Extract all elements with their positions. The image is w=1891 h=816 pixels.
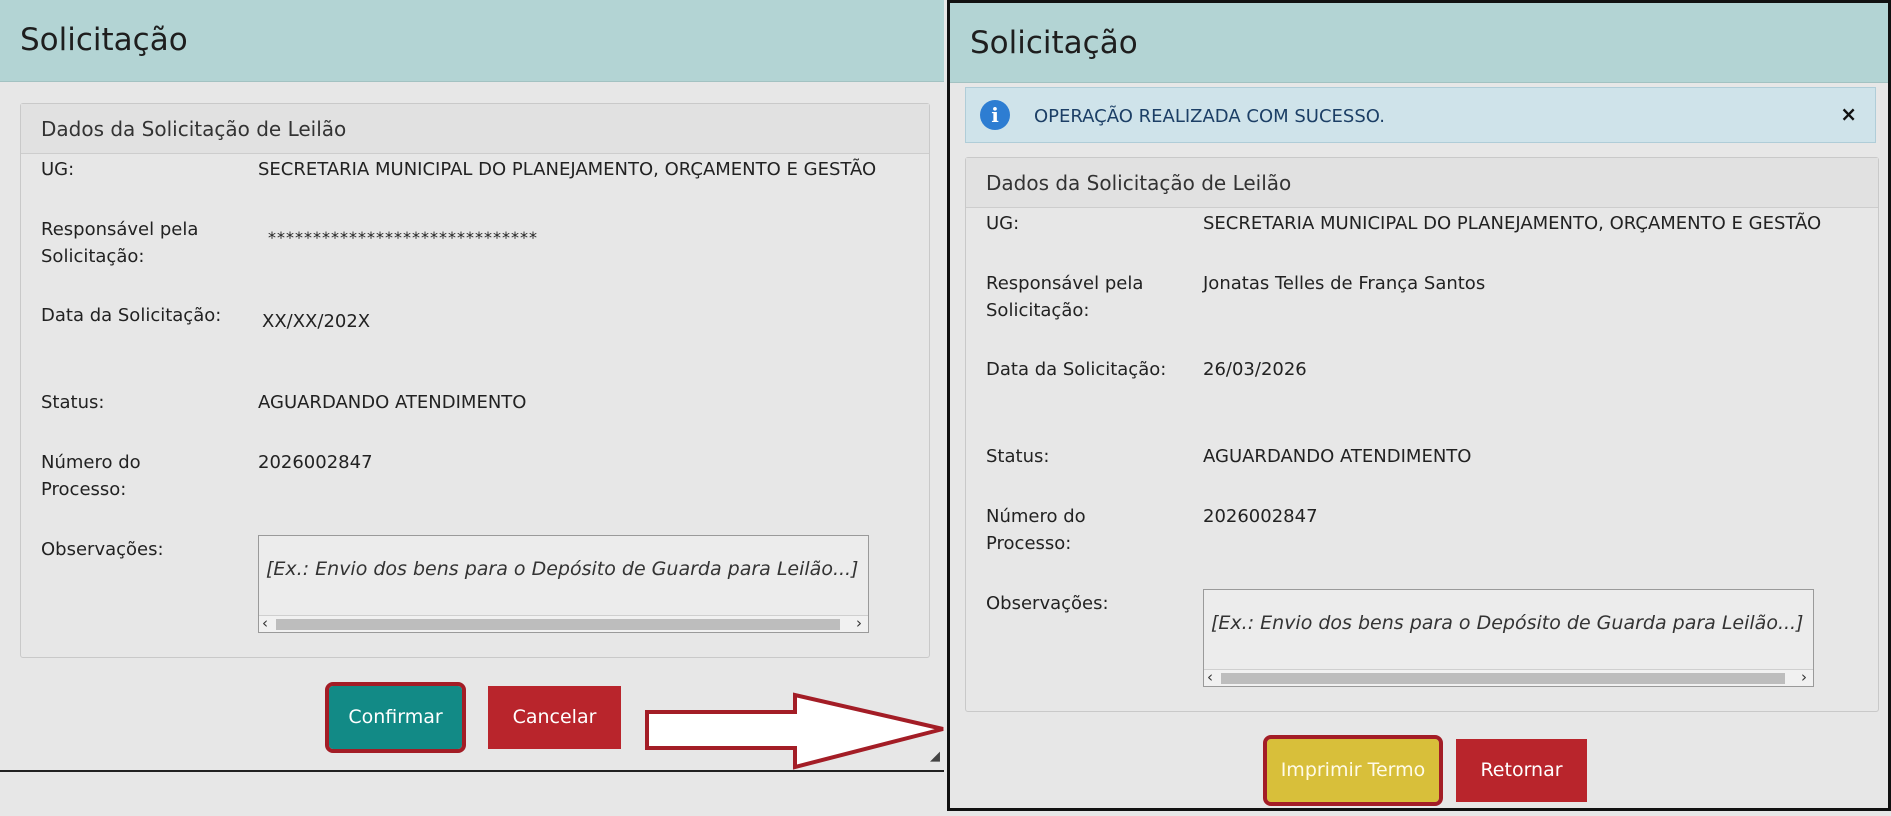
dialog-title: Solicitação	[970, 25, 1138, 61]
status-value: AGUARDANDO ATENDIMENTO	[258, 392, 527, 413]
responsible-value: Jonatas Telles de França Santos	[1203, 273, 1486, 294]
request-date-label: Data da Solicitação:	[41, 305, 222, 326]
observations-textarea[interactable]: [Ex.: Envio dos bens para o Depósito de …	[1203, 589, 1814, 687]
print-term-button[interactable]: Imprimir Termo	[1263, 735, 1443, 806]
responsible-label: Responsável pela Solicitação:	[986, 273, 1144, 321]
confirm-button[interactable]: Confirmar	[325, 682, 466, 753]
dialog-titlebar: Solicitação	[0, 0, 944, 82]
process-number-label: Número do Processo:	[986, 506, 1086, 554]
observations-label: Observações:	[986, 593, 1109, 614]
request-date-value: 26/03/2026	[1203, 359, 1307, 380]
panel-header: Dados da Solicitação de Leilão	[966, 158, 1878, 208]
observations-textarea[interactable]: [Ex.: Envio dos bens para o Depósito de …	[258, 535, 869, 633]
scrollbar-thumb[interactable]	[276, 619, 840, 630]
request-dialog-before: Solicitação Dados da Solicitação de Leil…	[0, 0, 944, 772]
auction-request-panel: Dados da Solicitação de Leilão UG: SECRE…	[965, 157, 1879, 712]
scroll-right-icon[interactable]: ›	[856, 614, 862, 632]
scroll-left-icon[interactable]: ‹	[1207, 668, 1213, 686]
dialog-titlebar: Solicitação	[950, 3, 1888, 83]
status-label: Status:	[41, 392, 105, 413]
scroll-left-icon[interactable]: ‹	[262, 614, 268, 632]
panel-title: Dados da Solicitação de Leilão	[986, 171, 1292, 195]
cancel-button[interactable]: Cancelar	[488, 686, 621, 749]
info-icon: i	[980, 100, 1010, 130]
ug-label: UG:	[41, 159, 75, 180]
process-number-label: Número do Processo:	[41, 452, 141, 500]
close-icon[interactable]: ×	[1840, 102, 1857, 126]
responsible-value: ******************************	[268, 228, 538, 247]
flow-arrow-icon	[645, 692, 944, 770]
ug-label: UG:	[986, 213, 1020, 234]
process-number-value: 2026002847	[258, 452, 373, 473]
panel-header: Dados da Solicitação de Leilão	[21, 104, 929, 154]
request-date-value: XX/XX/202X	[262, 311, 371, 332]
scroll-right-icon[interactable]: ›	[1801, 668, 1807, 686]
success-alert: i OPERAÇÃO REALIZADA COM SUCESSO. ×	[965, 87, 1876, 143]
process-number-value: 2026002847	[1203, 506, 1318, 527]
status-label: Status:	[986, 446, 1050, 467]
scrollbar-thumb[interactable]	[1221, 673, 1785, 684]
alert-message: OPERAÇÃO REALIZADA COM SUCESSO.	[1034, 106, 1385, 127]
observations-placeholder: [Ex.: Envio dos bens para o Depósito de …	[266, 558, 859, 580]
panel-title: Dados da Solicitação de Leilão	[41, 117, 347, 141]
observations-placeholder: [Ex.: Envio dos bens para o Depósito de …	[1211, 612, 1804, 634]
auction-request-panel: Dados da Solicitação de Leilão UG: SECRE…	[20, 103, 930, 658]
horizontal-scrollbar[interactable]: ‹ ›	[1204, 668, 1813, 686]
ug-value: SECRETARIA MUNICIPAL DO PLANEJAMENTO, OR…	[258, 159, 877, 180]
status-value: AGUARDANDO ATENDIMENTO	[1203, 446, 1472, 467]
responsible-label: Responsável pela Solicitação:	[41, 219, 199, 267]
horizontal-scrollbar[interactable]: ‹ ›	[259, 614, 868, 632]
ug-value: SECRETARIA MUNICIPAL DO PLANEJAMENTO, OR…	[1203, 213, 1822, 234]
request-date-label: Data da Solicitação:	[986, 359, 1167, 380]
observations-label: Observações:	[41, 539, 164, 560]
return-button[interactable]: Retornar	[1456, 739, 1587, 802]
request-dialog-after: Solicitação i OPERAÇÃO REALIZADA COM SUC…	[947, 0, 1891, 811]
dialog-title: Solicitação	[20, 22, 188, 58]
